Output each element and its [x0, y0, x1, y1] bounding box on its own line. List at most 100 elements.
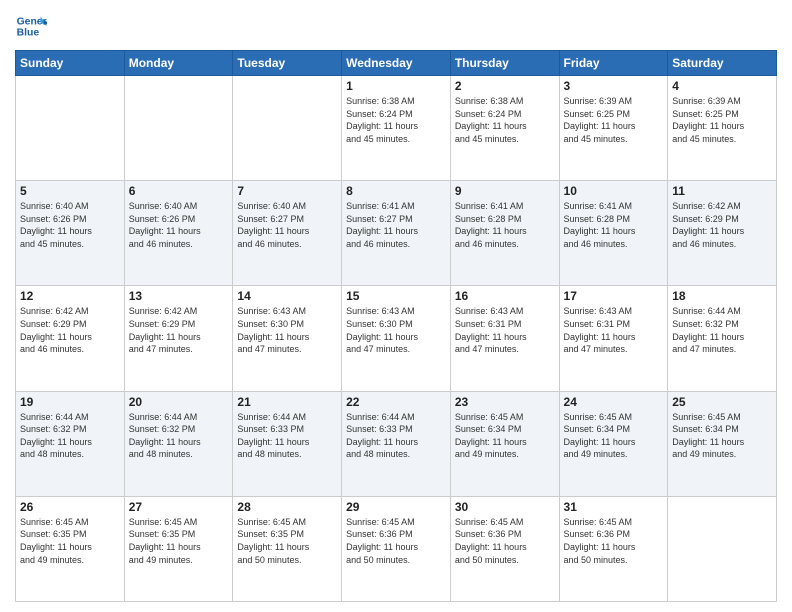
calendar-cell: 6 Sunrise: 6:40 AM Sunset: 6:26 PM Daylig… [124, 181, 233, 286]
day-number: 3 [564, 79, 664, 93]
logo-icon: General Blue [15, 10, 47, 42]
day-number: 1 [346, 79, 446, 93]
day-number: 21 [237, 395, 337, 409]
calendar-cell: 19 Sunrise: 6:44 AM Sunset: 6:32 PM Dayli… [16, 391, 125, 496]
day-number: 22 [346, 395, 446, 409]
weekday-header: Monday [124, 51, 233, 76]
calendar-cell: 8 Sunrise: 6:41 AM Sunset: 6:27 PM Daylig… [342, 181, 451, 286]
cell-info: Sunrise: 6:40 AM Sunset: 6:26 PM Dayligh… [129, 200, 229, 250]
calendar-cell: 29Sunrise: 6:45 AM Sunset: 6:36 PM Dayli… [342, 496, 451, 601]
cell-info: Sunrise: 6:45 AM Sunset: 6:34 PM Dayligh… [672, 411, 772, 461]
day-number: 18 [672, 289, 772, 303]
calendar-cell: 15 Sunrise: 6:43 AM Sunset: 6:30 PM Dayli… [342, 286, 451, 391]
cell-info: Sunrise: 6:45 AM Sunset: 6:36 PM Dayligh… [346, 516, 446, 566]
cell-info: Sunrise: 6:44 AM Sunset: 6:33 PM Dayligh… [237, 411, 337, 461]
calendar-cell: 10Sunrise: 6:41 AM Sunset: 6:28 PM Dayli… [559, 181, 668, 286]
calendar-cell: 24 Sunrise: 6:45 AM Sunset: 6:34 PM Dayli… [559, 391, 668, 496]
weekday-header: Saturday [668, 51, 777, 76]
day-number: 15 [346, 289, 446, 303]
cell-info: Sunrise: 6:43 AM Sunset: 6:30 PM Dayligh… [237, 305, 337, 355]
svg-text:Blue: Blue [17, 28, 40, 39]
calendar-cell: 22 Sunrise: 6:44 AM Sunset: 6:33 PM Dayli… [342, 391, 451, 496]
calendar-cell: 16 Sunrise: 6:43 AM Sunset: 6:31 PM Dayli… [450, 286, 559, 391]
calendar-cell [124, 76, 233, 181]
day-number: 12 [20, 289, 120, 303]
day-number: 30 [455, 500, 555, 514]
day-number: 26 [20, 500, 120, 514]
day-number: 6 [129, 184, 229, 198]
calendar-cell: 17 Sunrise: 6:43 AM Sunset: 6:31 PM Dayli… [559, 286, 668, 391]
calendar-cell: 11 Sunrise: 6:42 AM Sunset: 6:29 PM Dayli… [668, 181, 777, 286]
day-number: 9 [455, 184, 555, 198]
calendar-cell: 30 Sunrise: 6:45 AM Sunset: 6:36 PM Dayli… [450, 496, 559, 601]
cell-info: Sunrise: 6:42 AM Sunset: 6:29 PM Dayligh… [672, 200, 772, 250]
cell-info: Sunrise: 6:38 AM Sunset: 6:24 PM Dayligh… [455, 95, 555, 145]
day-number: 17 [564, 289, 664, 303]
calendar-cell: 18 Sunrise: 6:44 AM Sunset: 6:32 PM Dayli… [668, 286, 777, 391]
day-number: 23 [455, 395, 555, 409]
day-number: 24 [564, 395, 664, 409]
day-number: 28 [237, 500, 337, 514]
cell-info: Sunrise: 6:40 AM Sunset: 6:27 PM Dayligh… [237, 200, 337, 250]
cell-info: Sunrise: 6:44 AM Sunset: 6:32 PM Dayligh… [20, 411, 120, 461]
page: General Blue SundayMondayTuesdayWednesda… [0, 0, 792, 612]
calendar-cell: 25 Sunrise: 6:45 AM Sunset: 6:34 PM Dayli… [668, 391, 777, 496]
day-number: 4 [672, 79, 772, 93]
logo: General Blue [15, 10, 51, 42]
cell-info: Sunrise: 6:39 AM Sunset: 6:25 PM Dayligh… [672, 95, 772, 145]
cell-info: Sunrise: 6:41 AM Sunset: 6:27 PM Dayligh… [346, 200, 446, 250]
day-number: 16 [455, 289, 555, 303]
cell-info: Sunrise: 6:41 AM Sunset: 6:28 PM Dayligh… [455, 200, 555, 250]
calendar-cell: 1 Sunrise: 6:38 AM Sunset: 6:24 PM Daylig… [342, 76, 451, 181]
day-number: 25 [672, 395, 772, 409]
day-number: 31 [564, 500, 664, 514]
cell-info: Sunrise: 6:45 AM Sunset: 6:35 PM Dayligh… [129, 516, 229, 566]
calendar-cell: 9 Sunrise: 6:41 AM Sunset: 6:28 PM Daylig… [450, 181, 559, 286]
header: General Blue [15, 10, 777, 42]
day-number: 20 [129, 395, 229, 409]
calendar-cell: 2Sunrise: 6:38 AM Sunset: 6:24 PM Daylig… [450, 76, 559, 181]
calendar-cell: 20 Sunrise: 6:44 AM Sunset: 6:32 PM Dayli… [124, 391, 233, 496]
day-number: 14 [237, 289, 337, 303]
calendar-table: SundayMondayTuesdayWednesdayThursdayFrid… [15, 50, 777, 602]
calendar-cell: 23 Sunrise: 6:45 AM Sunset: 6:34 PM Dayli… [450, 391, 559, 496]
cell-info: Sunrise: 6:45 AM Sunset: 6:36 PM Dayligh… [564, 516, 664, 566]
cell-info: Sunrise: 6:44 AM Sunset: 6:33 PM Dayligh… [346, 411, 446, 461]
calendar-cell: 28Sunrise: 6:45 AM Sunset: 6:35 PM Dayli… [233, 496, 342, 601]
day-number: 11 [672, 184, 772, 198]
cell-info: Sunrise: 6:44 AM Sunset: 6:32 PM Dayligh… [129, 411, 229, 461]
calendar-cell [233, 76, 342, 181]
calendar-cell: 12 Sunrise: 6:42 AM Sunset: 6:29 PM Dayli… [16, 286, 125, 391]
calendar-cell: 27 Sunrise: 6:45 AM Sunset: 6:35 PM Dayli… [124, 496, 233, 601]
day-number: 7 [237, 184, 337, 198]
cell-info: Sunrise: 6:43 AM Sunset: 6:30 PM Dayligh… [346, 305, 446, 355]
cell-info: Sunrise: 6:45 AM Sunset: 6:34 PM Dayligh… [564, 411, 664, 461]
day-number: 13 [129, 289, 229, 303]
weekday-header: Thursday [450, 51, 559, 76]
cell-info: Sunrise: 6:39 AM Sunset: 6:25 PM Dayligh… [564, 95, 664, 145]
day-number: 19 [20, 395, 120, 409]
calendar-cell: 13 Sunrise: 6:42 AM Sunset: 6:29 PM Dayli… [124, 286, 233, 391]
cell-info: Sunrise: 6:45 AM Sunset: 6:34 PM Dayligh… [455, 411, 555, 461]
cell-info: Sunrise: 6:42 AM Sunset: 6:29 PM Dayligh… [20, 305, 120, 355]
cell-info: Sunrise: 6:45 AM Sunset: 6:36 PM Dayligh… [455, 516, 555, 566]
cell-info: Sunrise: 6:43 AM Sunset: 6:31 PM Dayligh… [564, 305, 664, 355]
day-number: 5 [20, 184, 120, 198]
cell-info: Sunrise: 6:42 AM Sunset: 6:29 PM Dayligh… [129, 305, 229, 355]
calendar-cell: 21 Sunrise: 6:44 AM Sunset: 6:33 PM Dayli… [233, 391, 342, 496]
day-number: 8 [346, 184, 446, 198]
cell-info: Sunrise: 6:43 AM Sunset: 6:31 PM Dayligh… [455, 305, 555, 355]
calendar-cell: 3 Sunrise: 6:39 AM Sunset: 6:25 PM Daylig… [559, 76, 668, 181]
cell-info: Sunrise: 6:45 AM Sunset: 6:35 PM Dayligh… [20, 516, 120, 566]
calendar-cell: 14 Sunrise: 6:43 AM Sunset: 6:30 PM Dayli… [233, 286, 342, 391]
weekday-header: Wednesday [342, 51, 451, 76]
cell-info: Sunrise: 6:44 AM Sunset: 6:32 PM Dayligh… [672, 305, 772, 355]
day-number: 27 [129, 500, 229, 514]
cell-info: Sunrise: 6:38 AM Sunset: 6:24 PM Dayligh… [346, 95, 446, 145]
calendar-cell: 26 Sunrise: 6:45 AM Sunset: 6:35 PM Dayli… [16, 496, 125, 601]
cell-info: Sunrise: 6:40 AM Sunset: 6:26 PM Dayligh… [20, 200, 120, 250]
cell-info: Sunrise: 6:41 AM Sunset: 6:28 PM Dayligh… [564, 200, 664, 250]
calendar-cell [16, 76, 125, 181]
weekday-header: Friday [559, 51, 668, 76]
weekday-header: Sunday [16, 51, 125, 76]
